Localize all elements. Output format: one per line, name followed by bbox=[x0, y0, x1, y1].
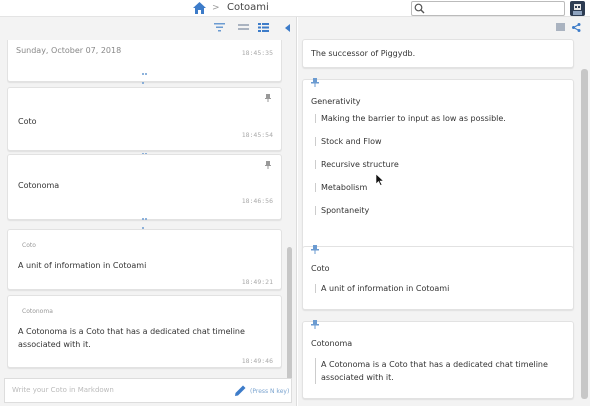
pinned-coto-title: Cotonoma bbox=[311, 339, 353, 348]
pinned-coto-title: The successor of Piggydb. bbox=[311, 49, 416, 58]
pinned-coto-title: Generativity bbox=[311, 97, 361, 106]
timeline-post[interactable]: Cotonoma A Cotonoma is a Coto that has a… bbox=[7, 295, 282, 368]
grid-view-icon[interactable] bbox=[556, 23, 565, 33]
timeline-post[interactable]: Cotonoma 18:46:56 bbox=[7, 154, 282, 229]
share-icon[interactable] bbox=[572, 23, 581, 34]
search-icon bbox=[414, 3, 425, 14]
timeline-scrollbar[interactable] bbox=[287, 247, 292, 381]
pencil-icon[interactable] bbox=[234, 384, 247, 399]
more-dots-icon[interactable] bbox=[142, 148, 150, 164]
pinned-coto-title: Coto bbox=[311, 264, 330, 273]
sub-coto[interactable]: Metabolism bbox=[315, 183, 367, 192]
pinned-coto[interactable]: The successor of Piggydb. bbox=[302, 39, 574, 68]
pinned-panel: The successor of Piggydb. Generativity M… bbox=[298, 17, 590, 406]
post-text: Cotonoma bbox=[18, 181, 60, 190]
top-bar: > Cotoami bbox=[0, 0, 590, 17]
timeline-post[interactable]: Sunday, October 07, 2018 18:45:35 bbox=[7, 40, 282, 84]
post-source[interactable]: Coto bbox=[22, 242, 36, 249]
post-timestamp: 18:45:54 bbox=[241, 131, 273, 139]
post-timestamp: 18:46:56 bbox=[241, 197, 273, 205]
post-timestamp: 18:49:46 bbox=[241, 357, 273, 365]
pin-icon[interactable] bbox=[311, 245, 319, 256]
post-text: A unit of information in Cotoami bbox=[18, 261, 147, 270]
mouse-cursor-icon bbox=[375, 173, 385, 188]
sub-coto[interactable]: Recursive structure bbox=[315, 160, 399, 169]
coto-input-placeholder: Write your Coto in Markdown bbox=[12, 386, 114, 394]
home-icon[interactable] bbox=[193, 2, 206, 14]
sub-coto[interactable]: A Cotonoma is a Coto that has a dedicate… bbox=[315, 358, 560, 384]
post-source[interactable]: Cotonoma bbox=[22, 308, 53, 315]
pin-icon[interactable] bbox=[265, 161, 271, 171]
pinned-coto[interactable]: Cotonoma A Cotonoma is a Coto that has a… bbox=[302, 320, 574, 399]
list-view-icon[interactable] bbox=[238, 23, 249, 34]
breadcrumb-separator: > bbox=[212, 3, 220, 13]
pinned-coto[interactable]: Coto A unit of information in Cotoami bbox=[302, 245, 574, 310]
app-title[interactable]: Cotoami bbox=[227, 2, 269, 13]
grid-view-icon[interactable] bbox=[258, 23, 269, 34]
pin-icon[interactable] bbox=[311, 78, 319, 89]
coto-input[interactable]: Write your Coto in Markdown (Press N key… bbox=[4, 378, 292, 403]
timeline-post[interactable]: Coto 18:45:54 bbox=[7, 87, 282, 164]
filter-icon[interactable] bbox=[214, 23, 225, 34]
timeline-panel: Sunday, October 07, 2018 18:45:35 Coto 1… bbox=[0, 17, 297, 406]
timeline[interactable]: Sunday, October 07, 2018 18:45:35 Coto 1… bbox=[7, 40, 282, 375]
pinned-coto[interactable]: Generativity Making the barrier to input… bbox=[302, 78, 574, 252]
sub-coto[interactable]: Stock and Flow bbox=[315, 137, 382, 146]
sub-coto[interactable]: Spontaneity bbox=[315, 206, 369, 215]
post-timestamp: 18:45:35 bbox=[241, 49, 273, 57]
sub-coto[interactable]: A unit of information in Cotoami bbox=[315, 284, 449, 293]
more-dots-icon[interactable] bbox=[142, 68, 150, 84]
avatar[interactable] bbox=[570, 1, 585, 16]
timeline-post[interactable]: Coto A unit of information in Cotoami 18… bbox=[7, 229, 282, 290]
pin-icon[interactable] bbox=[265, 94, 271, 104]
more-dots-icon[interactable] bbox=[142, 213, 150, 229]
post-timestamp: 18:49:21 bbox=[241, 278, 273, 286]
pinned-scrollbar[interactable] bbox=[581, 69, 588, 399]
pin-icon[interactable] bbox=[311, 320, 319, 331]
input-shortcut-hint: (Press N key) bbox=[250, 388, 290, 395]
collapse-left-icon[interactable] bbox=[285, 24, 290, 34]
post-text: A Cotonoma is a Coto that has a dedicate… bbox=[18, 327, 245, 349]
sub-coto[interactable]: Making the barrier to input as low as po… bbox=[315, 114, 506, 123]
timeline-toolbar bbox=[0, 17, 297, 39]
post-text: Coto bbox=[18, 117, 37, 126]
search-input[interactable] bbox=[411, 1, 565, 16]
date-header: Sunday, October 07, 2018 bbox=[16, 46, 122, 55]
